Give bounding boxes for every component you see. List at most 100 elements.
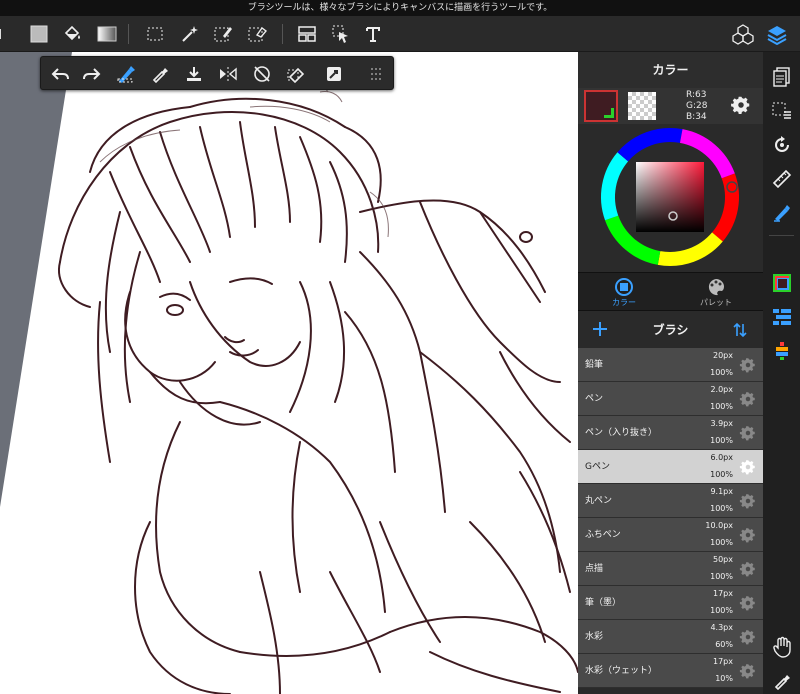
- brush-icon[interactable]: [109, 57, 143, 91]
- brush-size: 3.9px: [710, 419, 733, 428]
- color-wheel-area: [578, 124, 763, 272]
- brush-name: ペン（入り抜き）: [585, 428, 658, 438]
- brush-size: 17px: [713, 589, 733, 598]
- sort-brush-icon[interactable]: [733, 322, 747, 342]
- brush-opacity: 100%: [710, 572, 733, 581]
- brush-row[interactable]: ふちペン 10.0px 100%: [578, 518, 763, 552]
- brush-row[interactable]: 丸ペン 9.1px 100%: [578, 484, 763, 518]
- color-settings-gear-icon[interactable]: [730, 94, 752, 120]
- brush-size: 2.0px: [710, 385, 733, 394]
- fill-color-icon[interactable]: [22, 16, 56, 52]
- tab-color-label: カラー: [612, 298, 636, 307]
- pages-icon[interactable]: [763, 60, 800, 94]
- rgb-g: G:28: [686, 101, 708, 111]
- brush-settings-gear-icon[interactable]: [739, 390, 757, 412]
- brush-name: ペン: [585, 394, 604, 404]
- eyedropper-icon[interactable]: [143, 57, 177, 91]
- brush-size: 17px: [713, 657, 733, 666]
- rotate-icon[interactable]: [245, 57, 279, 91]
- download-icon[interactable]: [177, 57, 211, 91]
- tab-palette[interactable]: パレット: [670, 273, 762, 311]
- layers-icon[interactable]: [760, 16, 794, 52]
- brush-settings-gear-icon[interactable]: [739, 662, 757, 684]
- rgb-readout: R:63 G:28 B:34: [686, 90, 707, 123]
- text-icon[interactable]: [356, 16, 390, 52]
- brush-name: 水彩: [585, 632, 604, 642]
- rotate-canvas-icon[interactable]: [763, 128, 800, 162]
- brush-name: 丸ペン: [585, 496, 613, 506]
- canvas-area[interactable]: [0, 52, 578, 694]
- brush-row[interactable]: 水彩（ウェット） 17px 10%: [578, 654, 763, 688]
- redo-icon[interactable]: [75, 57, 109, 91]
- brush-row[interactable]: 水彩 4.3px 60%: [578, 620, 763, 654]
- drawing-canvas[interactable]: [0, 52, 578, 694]
- brush-settings-gear-icon[interactable]: [739, 594, 757, 616]
- select-pen-icon[interactable]: [206, 16, 240, 52]
- brush-name: 筆（墨）: [585, 598, 622, 608]
- brush-opacity: 100%: [710, 470, 733, 479]
- medibang-app: ブラシツールは、様々なブラシによりキャンバスに描画を行うツールです。 カラー R…: [0, 0, 800, 694]
- eyedropper-icon[interactable]: [763, 664, 800, 694]
- gradient-panel-icon[interactable]: [763, 334, 800, 368]
- color-panel-icon[interactable]: [763, 266, 800, 300]
- brush-name: 水彩（ウェット）: [585, 666, 658, 676]
- brush-opacity: 100%: [710, 436, 733, 445]
- undo-icon[interactable]: [43, 57, 77, 91]
- brush-panel-header: ブラシ: [578, 310, 763, 348]
- brush-settings-gear-icon[interactable]: [739, 458, 757, 480]
- brush-row[interactable]: Gペン 6.0px 100%: [578, 450, 763, 484]
- brush-size: 9.1px: [710, 487, 733, 496]
- bucket-icon[interactable]: [56, 16, 90, 52]
- layer-panel-icon[interactable]: [763, 300, 800, 334]
- brush-row[interactable]: ペン 2.0px 100%: [578, 382, 763, 416]
- brush-settings-gear-icon[interactable]: [739, 492, 757, 514]
- tab-palette-label: パレット: [700, 298, 732, 307]
- brush-opacity: 100%: [710, 402, 733, 411]
- sub-color-swatch[interactable]: [628, 92, 656, 120]
- grip-icon[interactable]: [359, 57, 393, 91]
- select-eraser-icon[interactable]: [240, 16, 274, 52]
- transform-icon[interactable]: [290, 16, 324, 52]
- brush-settings-gear-icon[interactable]: [739, 356, 757, 378]
- move-icon[interactable]: [324, 16, 358, 52]
- tool-hint: ブラシツールは、様々なブラシによりキャンバスに描画を行うツールです。: [0, 0, 800, 16]
- main-toolbar: [0, 16, 800, 52]
- brush-settings-gear-icon[interactable]: [739, 526, 757, 548]
- snap-icon[interactable]: [317, 57, 351, 91]
- main-color-swatch[interactable]: [584, 90, 618, 122]
- selection-icon[interactable]: [763, 94, 800, 128]
- color-swatches: R:63 G:28 B:34: [578, 88, 763, 124]
- eraser-icon[interactable]: [279, 57, 313, 91]
- rgb-r: R:63: [686, 90, 707, 100]
- brush-row[interactable]: ペン（入り抜き） 3.9px 100%: [578, 416, 763, 450]
- brush-row[interactable]: 鉛筆 20px 100%: [578, 348, 763, 382]
- brush-settings-gear-icon[interactable]: [739, 628, 757, 650]
- brush-panel-icon[interactable]: [763, 196, 800, 230]
- sub-toolbar: [40, 56, 394, 90]
- tab-color[interactable]: カラー: [578, 273, 670, 311]
- right-icon-rail: [763, 52, 800, 694]
- brush-settings-gear-icon[interactable]: [739, 424, 757, 446]
- brush-name: ふちペン: [585, 530, 621, 540]
- select-rect-icon[interactable]: [138, 16, 172, 52]
- brush-row[interactable]: 点描 50px 100%: [578, 552, 763, 586]
- side-panel: カラー R:63 G:28 B:34 カラー パレット ブラシ 鉛筆 20px …: [578, 52, 763, 694]
- menu-edge-icon[interactable]: [0, 16, 8, 52]
- brush-settings-gear-icon[interactable]: [739, 560, 757, 582]
- brush-opacity: 10%: [715, 674, 733, 683]
- material-icon[interactable]: [726, 16, 760, 52]
- brush-row[interactable]: 筆（墨） 17px 100%: [578, 586, 763, 620]
- flip-icon[interactable]: [211, 57, 245, 91]
- brush-opacity: 100%: [710, 606, 733, 615]
- brush-size: 20px: [713, 351, 733, 360]
- magic-wand-icon[interactable]: [172, 16, 206, 52]
- ruler-icon[interactable]: [763, 162, 800, 196]
- brush-size: 50px: [713, 555, 733, 564]
- brush-opacity: 100%: [710, 504, 733, 513]
- brush-opacity: 100%: [710, 368, 733, 377]
- gradient-icon[interactable]: [90, 16, 124, 52]
- brush-name: 点描: [585, 564, 604, 574]
- color-panel-tabs: カラー パレット: [578, 272, 763, 310]
- brush-name: 鉛筆: [585, 360, 604, 370]
- hand-icon[interactable]: [763, 630, 800, 664]
